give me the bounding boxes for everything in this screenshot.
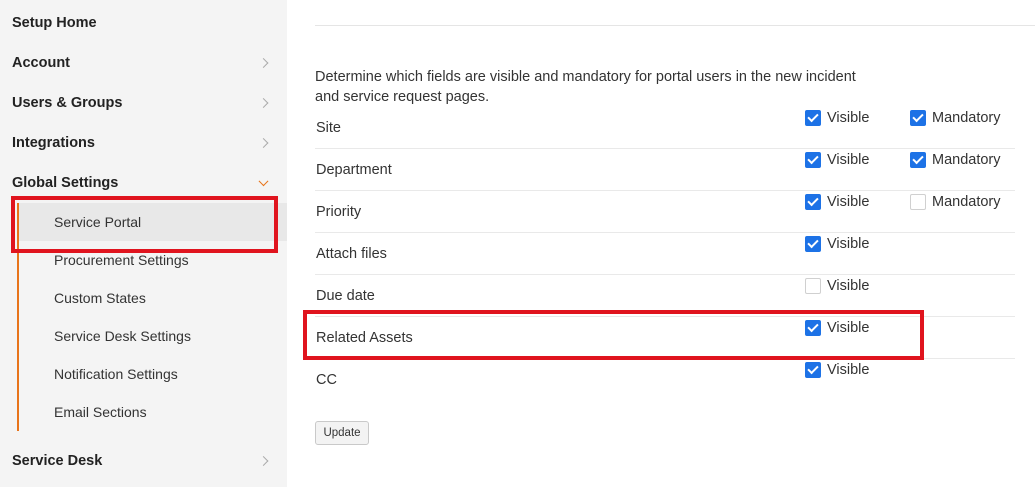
visible-checkbox[interactable]: Visible — [805, 278, 869, 294]
sidebar-item-custom-states[interactable]: Custom States — [19, 279, 287, 317]
checkbox-checked-icon — [805, 362, 821, 378]
nav-integrations[interactable]: Integrations — [0, 123, 287, 163]
visible-label: Visible — [827, 320, 870, 336]
nav-global-settings-label: Global Settings — [12, 175, 119, 191]
checkbox-checked-icon — [910, 152, 926, 168]
checkbox-unchecked-icon — [910, 194, 926, 210]
nav-account[interactable]: Account — [0, 43, 287, 83]
mandatory-label: Mandatory — [932, 194, 1001, 210]
sidebar-item-service-portal[interactable]: Service Portal — [19, 203, 287, 241]
visible-label: Visible — [827, 362, 870, 378]
divider — [315, 25, 1035, 26]
chevron-down-icon — [258, 176, 269, 187]
sidebar-item-label: Service Portal — [54, 214, 142, 230]
nav-global-settings[interactable]: Global Settings — [0, 163, 287, 203]
sidebar-item-label: Notification Settings — [54, 366, 178, 382]
nav-service-desk[interactable]: Service Desk — [0, 441, 287, 481]
sidebar-item-label: Email Sections — [54, 404, 147, 420]
checkbox-checked-icon — [910, 110, 926, 126]
sidebar-item-procurement-settings[interactable]: Procurement Settings — [19, 241, 287, 279]
sidebar: Setup Home Account Users & Groups Integr… — [0, 0, 287, 487]
chevron-right-icon — [258, 138, 269, 148]
visible-label: Visible — [827, 194, 870, 210]
sidebar-item-service-desk-settings[interactable]: Service Desk Settings — [19, 317, 287, 355]
visible-label: Visible — [827, 236, 870, 252]
visible-label: Visible — [827, 152, 870, 168]
mandatory-label: Mandatory — [932, 152, 1001, 168]
mandatory-checkbox[interactable]: Mandatory — [910, 194, 1001, 210]
checkbox-unchecked-icon — [805, 278, 821, 294]
description-text: Determine which fields are visible and m… — [315, 69, 856, 105]
field-label: Attach files — [316, 246, 387, 262]
field-row-department: Department Visible Mandatory — [315, 149, 1015, 191]
field-label: CC — [316, 372, 337, 388]
chevron-right-icon — [258, 98, 269, 108]
visible-checkbox[interactable]: Visible — [805, 110, 869, 126]
nav-setup-home[interactable]: Setup Home — [0, 3, 287, 43]
nav-setup-home-label: Setup Home — [12, 15, 97, 31]
checkbox-checked-icon — [805, 320, 821, 336]
sidebar-item-notification-settings[interactable]: Notification Settings — [19, 355, 287, 393]
checkbox-checked-icon — [805, 110, 821, 126]
checkbox-checked-icon — [805, 236, 821, 252]
mandatory-checkbox[interactable]: Mandatory — [910, 152, 1001, 168]
field-row-due-date: Due date Visible — [315, 275, 1015, 317]
field-row-related-assets: Related Assets Visible — [315, 317, 1015, 359]
field-row-site: Site Visible Mandatory — [315, 107, 1015, 149]
checkbox-checked-icon — [805, 152, 821, 168]
nav-account-label: Account — [12, 55, 70, 71]
mandatory-checkbox[interactable]: Mandatory — [910, 110, 1001, 126]
sidebar-item-label: Procurement Settings — [54, 252, 189, 268]
visible-label: Visible — [827, 110, 870, 126]
field-label: Site — [316, 120, 341, 136]
visible-checkbox[interactable]: Visible — [805, 194, 869, 210]
visible-checkbox[interactable]: Visible — [805, 320, 869, 336]
visible-label: Visible — [827, 278, 870, 294]
nav-integrations-label: Integrations — [12, 135, 95, 151]
field-label: Priority — [316, 204, 362, 220]
sidebar-item-label: Service Desk Settings — [54, 328, 191, 344]
visible-checkbox[interactable]: Visible — [805, 152, 869, 168]
visible-checkbox[interactable]: Visible — [805, 362, 869, 378]
nav-users-groups[interactable]: Users & Groups — [0, 83, 287, 123]
sidebar-item-label: Custom States — [54, 290, 146, 306]
field-label: Due date — [316, 288, 375, 304]
nav-users-groups-label: Users & Groups — [12, 95, 123, 111]
field-row-priority: Priority Visible Mandatory — [315, 191, 1015, 233]
checkbox-checked-icon — [805, 194, 821, 210]
field-row-attach-files: Attach files Visible — [315, 233, 1015, 275]
nav-service-desk-label: Service Desk — [12, 453, 103, 469]
sidebar-item-email-sections[interactable]: Email Sections — [19, 393, 287, 431]
field-row-cc: CC Visible — [315, 359, 1015, 401]
field-label: Department — [316, 162, 392, 178]
chevron-right-icon — [258, 456, 269, 466]
visible-checkbox[interactable]: Visible — [805, 236, 869, 252]
chevron-right-icon — [258, 58, 269, 68]
mandatory-label: Mandatory — [932, 110, 1001, 126]
update-button[interactable]: Update — [315, 421, 369, 445]
field-label: Related Assets — [316, 330, 413, 346]
